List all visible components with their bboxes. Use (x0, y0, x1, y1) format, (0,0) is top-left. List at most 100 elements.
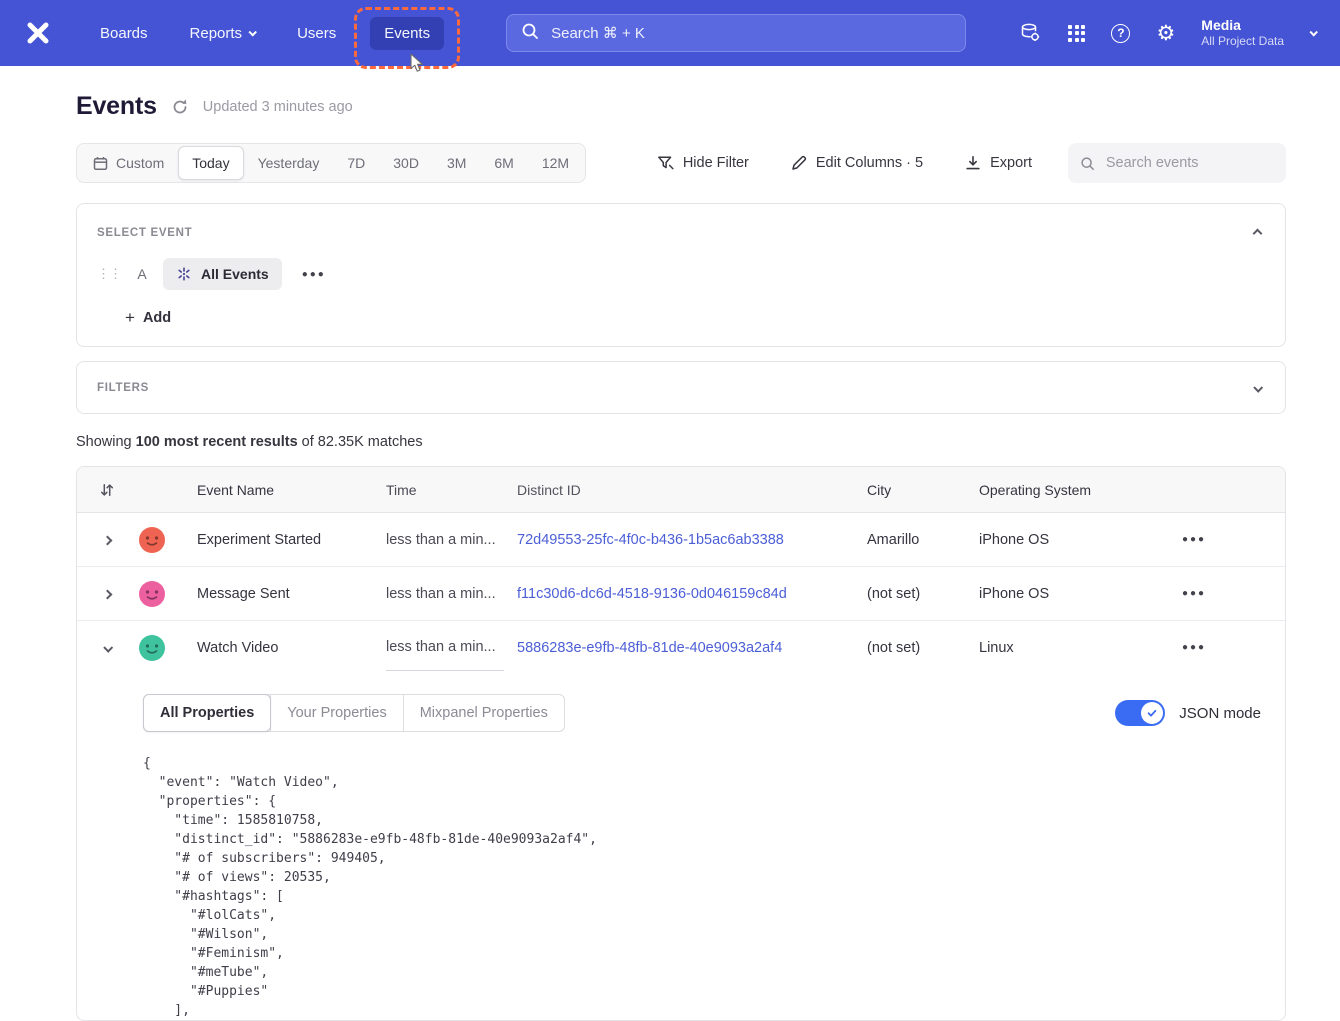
nav-users[interactable]: Users (289, 17, 344, 50)
results-suffix: of 82.35K matches (298, 434, 423, 450)
export-label: Export (990, 155, 1032, 171)
data-management-icon[interactable] (1019, 22, 1042, 44)
chevron-down-icon (249, 28, 257, 36)
search-icon (521, 22, 539, 45)
date-custom-button[interactable]: Custom (79, 146, 178, 180)
row-more-icon[interactable]: ●●● (1176, 582, 1212, 605)
header-distinct-id[interactable]: Distinct ID (507, 467, 857, 512)
date-range-group: Custom Today Yesterday 7D 30D 3M 6M 12M (76, 143, 586, 183)
date-12m-button[interactable]: 12M (528, 146, 583, 180)
table-row-expanded[interactable]: Watch Video less than a min... 5886283e-… (77, 621, 1285, 674)
add-event-button[interactable]: + Add (77, 296, 191, 346)
event-detail-panel: All Properties Your Properties Mixpanel … (77, 674, 1285, 1020)
date-7d-button[interactable]: 7D (333, 146, 379, 180)
results-summary: Showing 100 most recent results of 82.35… (76, 434, 1286, 450)
date-yesterday-button[interactable]: Yesterday (244, 146, 334, 180)
collapse-row-button[interactable] (98, 634, 117, 661)
edit-columns-button[interactable]: Edit Columns · 5 (785, 154, 929, 172)
settings-gear-icon[interactable]: ⚙ (1156, 23, 1175, 44)
event-selector-chip[interactable]: All Events (163, 258, 282, 290)
date-6m-button[interactable]: 6M (480, 146, 527, 180)
city-cell: (not set) (857, 567, 969, 620)
project-switcher[interactable]: Media All Project Data (1201, 16, 1284, 50)
events-search-input[interactable] (1104, 154, 1274, 172)
event-query-row: ⋮⋮ A All Events ●●● (77, 252, 1285, 296)
drag-handle-icon[interactable]: ⋮⋮ (97, 266, 121, 282)
table-row[interactable]: Experiment Started less than a min... 72… (77, 513, 1285, 567)
city-cell: Amarillo (857, 513, 969, 566)
json-mode-toggle[interactable] (1115, 700, 1165, 726)
results-count: 100 most recent results (136, 434, 298, 450)
top-navbar: Boards Reports Users Events (0, 0, 1340, 66)
event-row-label: A (135, 266, 149, 282)
navbar-actions: ? ⚙ Media All Project Data (1019, 16, 1316, 50)
chevron-down-icon (1253, 383, 1263, 393)
date-30d-button[interactable]: 30D (379, 146, 433, 180)
expand-filters-button[interactable] (1250, 376, 1265, 399)
toolbar-actions: Hide Filter Edit Columns · 5 Export (651, 143, 1286, 183)
json-viewer[interactable]: { "event": "Watch Video", "properties": … (143, 754, 1285, 1020)
header-os[interactable]: Operating System (969, 467, 1127, 512)
expand-row-button[interactable] (98, 580, 117, 607)
download-icon (965, 155, 981, 171)
date-today-button[interactable]: Today (178, 146, 243, 180)
expand-row-button[interactable] (98, 526, 117, 553)
time-cell: less than a min... (376, 621, 507, 674)
header-city[interactable]: City (857, 467, 969, 512)
search-icon (1080, 155, 1095, 172)
calendar-icon (93, 156, 108, 171)
events-toolbar: Custom Today Yesterday 7D 30D 3M 6M 12M … (76, 143, 1286, 183)
chevron-down-icon (1309, 28, 1317, 36)
tab-mixpanel-properties[interactable]: Mixpanel Properties (403, 695, 564, 731)
sort-icon[interactable] (99, 482, 115, 498)
city-cell: (not set) (857, 621, 969, 674)
os-cell: iPhone OS (969, 513, 1127, 566)
row-more-icon[interactable]: ●●● (1176, 528, 1212, 551)
global-search-input[interactable] (549, 24, 951, 43)
chevron-down-icon (103, 643, 113, 653)
nav-boards[interactable]: Boards (92, 17, 156, 50)
pencil-icon (791, 155, 807, 171)
event-chip-label: All Events (201, 266, 269, 282)
tab-all-properties[interactable]: All Properties (143, 694, 271, 732)
select-event-card: SELECT EVENT ⋮⋮ A All Events ●●● (76, 203, 1286, 347)
date-3m-button[interactable]: 3M (433, 146, 480, 180)
time-cell: less than a min... (376, 567, 507, 620)
plus-icon: + (125, 308, 135, 328)
header-event-name[interactable]: Event Name (187, 467, 376, 512)
primary-nav: Boards Reports Users Events (92, 17, 444, 50)
distinct-id-link[interactable]: f11c30d6-dc6d-4518-9136-0d046159c84d (517, 586, 787, 602)
distinct-id-link[interactable]: 5886283e-e9fb-48fb-81de-40e9093a2af4 (517, 640, 782, 656)
export-button[interactable]: Export (959, 154, 1038, 172)
hide-filter-button[interactable]: Hide Filter (651, 154, 755, 172)
os-cell: Linux (969, 621, 1127, 674)
event-more-icon[interactable]: ●●● (296, 263, 332, 286)
nav-events[interactable]: Events (370, 17, 444, 50)
mixpanel-logo-icon[interactable] (24, 19, 52, 47)
table-header-row: Event Name Time Distinct ID City Operati… (77, 467, 1285, 513)
distinct-id-link[interactable]: 72d49553-25fc-4f0c-b436-1b5ac6ab3388 (517, 532, 784, 548)
project-name: Media (1201, 16, 1284, 34)
table-row[interactable]: Message Sent less than a min... f11c30d6… (77, 567, 1285, 621)
chevron-up-icon (1253, 229, 1263, 239)
select-event-title: SELECT EVENT (97, 227, 192, 239)
date-custom-label: Custom (116, 155, 164, 171)
refresh-button[interactable] (171, 98, 189, 116)
collapse-section-button[interactable] (1250, 221, 1265, 244)
toggle-knob (1141, 702, 1163, 724)
apps-grid-icon[interactable] (1068, 25, 1085, 42)
os-cell: iPhone OS (969, 567, 1127, 620)
global-search[interactable] (506, 14, 966, 52)
page-title: Events (76, 92, 157, 121)
row-more-icon[interactable]: ●●● (1176, 636, 1212, 659)
help-icon[interactable]: ? (1111, 24, 1130, 43)
event-name-cell: Watch Video (187, 621, 376, 674)
project-subtitle: All Project Data (1201, 34, 1284, 50)
tab-your-properties[interactable]: Your Properties (270, 695, 402, 731)
user-avatar (139, 635, 165, 661)
chevron-right-icon (102, 590, 112, 600)
nav-reports[interactable]: Reports (182, 17, 264, 50)
check-icon (1146, 707, 1158, 719)
header-time[interactable]: Time (376, 467, 507, 512)
events-search[interactable] (1068, 143, 1286, 183)
